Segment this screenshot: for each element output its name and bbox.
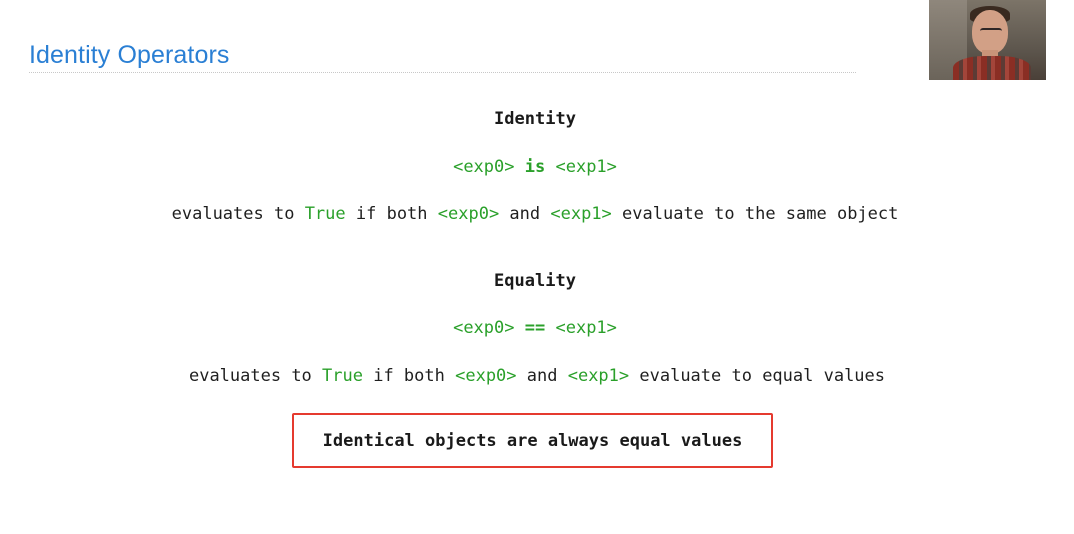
identity-desc-true: True (304, 204, 346, 224)
equality-desc-mid1: if both (362, 366, 456, 386)
identity-expr-left: <exp0> (453, 157, 515, 177)
identity-heading: Identity (494, 109, 576, 129)
title-divider (29, 72, 856, 73)
presenter-eyes (980, 28, 1002, 35)
identity-desc-exp0: <exp0> (437, 204, 500, 224)
equality-expr-right: <exp1> (555, 318, 617, 338)
equality-desc-mid2: and (516, 366, 568, 386)
equality-description: evaluates to True if both <exp0> and <ex… (2, 366, 1072, 386)
identity-desc-pre: evaluates to (171, 204, 305, 224)
equality-desc-true: True (322, 366, 363, 386)
identity-desc-mid2: and (499, 204, 551, 224)
callout-box: Identical objects are always equal value… (292, 413, 773, 468)
callout-text: Identical objects are always equal value… (322, 430, 743, 451)
identity-expression: <exp0> is <exp1> (0, 157, 1070, 177)
equality-desc-exp1: <exp1> (567, 366, 630, 386)
equality-desc-pre: evaluates to (188, 366, 323, 386)
equality-heading: Equality (494, 271, 576, 291)
identity-expr-operator: is (524, 157, 546, 177)
identity-expr-right: <exp1> (555, 157, 617, 177)
equality-expr-left: <exp0> (453, 318, 515, 338)
equality-desc-exp0: <exp0> (455, 366, 517, 386)
identity-description: evaluates to True if both <exp0> and <ex… (0, 204, 1070, 224)
equality-expression: <exp0> == <exp1> (0, 318, 1070, 338)
slide-title: Identity Operators (29, 41, 230, 69)
identity-desc-post: evaluate to the same object (611, 204, 899, 224)
equality-desc-post: evaluate to equal values (629, 366, 886, 386)
presenter-video-icon (929, 0, 1046, 80)
presenter-shirt (953, 56, 1031, 80)
equality-expr-operator: == (524, 318, 546, 338)
identity-desc-exp1: <exp1> (550, 204, 612, 224)
identity-desc-mid1: if both (345, 204, 438, 224)
